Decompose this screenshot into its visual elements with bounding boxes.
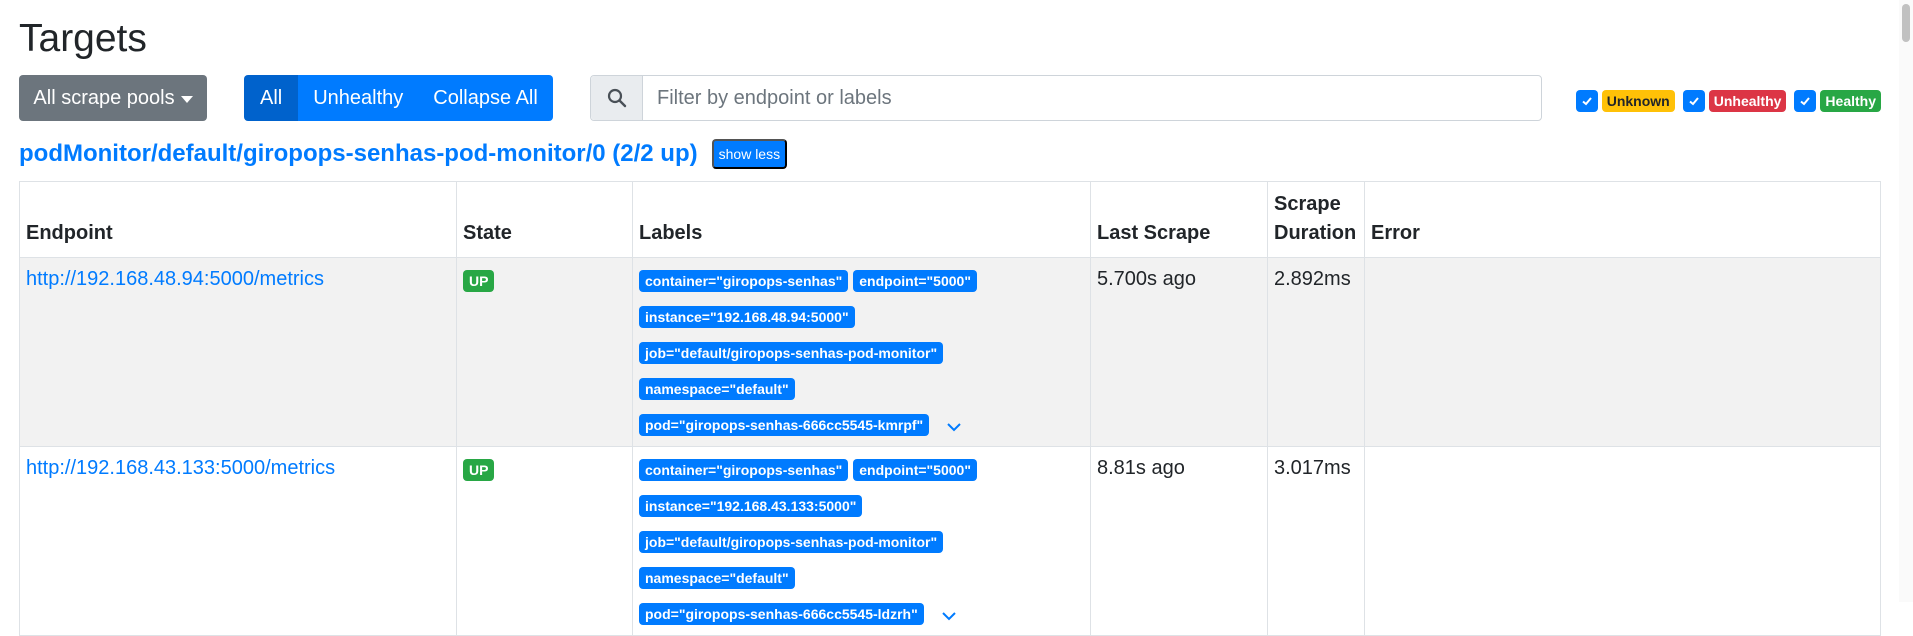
search-box [590,75,1542,121]
table-row: http://192.168.48.94:5000/metrics UP con… [19,257,1881,447]
targets-table: Endpoint State Labels Last Scrape Scrape… [19,181,1881,636]
labels-cell: container="giropops-senhas" endpoint="50… [632,257,1091,447]
unknown-filter-badge: Unknown [1601,90,1675,112]
scrape-duration-header: Scrape Duration [1267,181,1365,258]
last-scrape-header: Last Scrape [1090,181,1268,258]
label-badge: container="giropops-senhas" [639,270,849,292]
filter-button-group: All Unhealthy Collapse All [244,75,553,121]
caret-down-icon [180,95,193,103]
state-header: State [456,181,633,258]
show-less-button[interactable]: show less [711,139,788,169]
checkmark-icon[interactable] [1794,90,1817,112]
state-cell: UP [456,446,633,636]
search-icon [591,76,643,120]
scrape-duration-cell: 3.017ms [1267,446,1365,636]
table-row: http://192.168.43.133:5000/metrics UP co… [19,446,1881,636]
last-scrape-cell: 8.81s ago [1090,446,1268,636]
scrape-pools-dropdown[interactable]: All scrape pools [19,75,207,121]
checkmark-icon[interactable] [1575,90,1598,112]
state-badge: UP [463,459,495,481]
chevron-down-icon[interactable] [946,414,962,436]
healthy-filter-badge: Healthy [1820,90,1881,112]
error-cell [1364,446,1881,636]
endpoint-cell: http://192.168.48.94:5000/metrics [19,257,457,447]
label-badge: endpoint="5000" [853,459,977,481]
labels-cell: container="giropops-senhas" endpoint="50… [632,446,1091,636]
error-cell [1364,257,1881,447]
label-list: container="giropops-senhas" endpoint="50… [639,457,1079,625]
health-filters: Unknown Unhealthy Healthy [1572,90,1881,112]
state-cell: UP [456,257,633,447]
state-badge: UP [463,270,495,292]
label-badge: container="giropops-senhas" [639,459,849,481]
label-badge: job="default/giropops-senhas-pod-monitor… [639,342,944,364]
endpoint-link[interactable]: http://192.168.48.94:5000/metrics [26,268,324,290]
filter-unhealthy-button[interactable]: Unhealthy [298,75,419,121]
collapse-all-button[interactable]: Collapse All [418,75,553,121]
label-badge: pod="giropops-senhas-666cc5545-kmrpf" [639,414,930,436]
last-scrape-cell: 5.700s ago [1090,257,1268,447]
error-header: Error [1364,181,1881,258]
filter-all-button[interactable]: All [244,75,299,121]
label-badge: job="default/giropops-senhas-pod-monitor… [639,531,944,553]
label-badge: pod="giropops-senhas-666cc5545-ldzrh" [639,603,924,625]
endpoint-header: Endpoint [19,181,457,258]
vertical-scrollbar[interactable] [1899,0,1913,602]
search-input[interactable] [643,76,1541,120]
chevron-down-icon[interactable] [941,603,957,625]
label-badge: instance="192.168.48.94:5000" [639,306,855,328]
label-badge: endpoint="5000" [853,270,977,292]
label-badge: namespace="default" [639,567,795,589]
scrape-pools-label: All scrape pools [33,86,175,109]
label-badge: namespace="default" [639,378,795,400]
scrape-duration-cell: 2.892ms [1267,257,1365,447]
toolbar: All scrape pools All Unhealthy Collapse … [19,75,1881,122]
label-badge: instance="192.168.43.133:5000" [639,495,863,517]
scrollbar-thumb[interactable] [1902,4,1910,42]
scrape-pool-header: podMonitor/default/giropops-senhas-pod-m… [19,139,788,169]
label-list: container="giropops-senhas" endpoint="50… [639,268,1079,436]
checkmark-icon[interactable] [1682,90,1705,112]
page-title: Targets [19,17,147,60]
table-header-row: Endpoint State Labels Last Scrape Scrape… [19,181,1881,258]
endpoint-cell: http://192.168.43.133:5000/metrics [19,446,457,636]
labels-header: Labels [632,181,1091,258]
scrape-pool-title[interactable]: podMonitor/default/giropops-senhas-pod-m… [19,140,698,168]
endpoint-link[interactable]: http://192.168.43.133:5000/metrics [26,457,335,479]
unhealthy-filter-badge: Unhealthy [1708,90,1787,112]
